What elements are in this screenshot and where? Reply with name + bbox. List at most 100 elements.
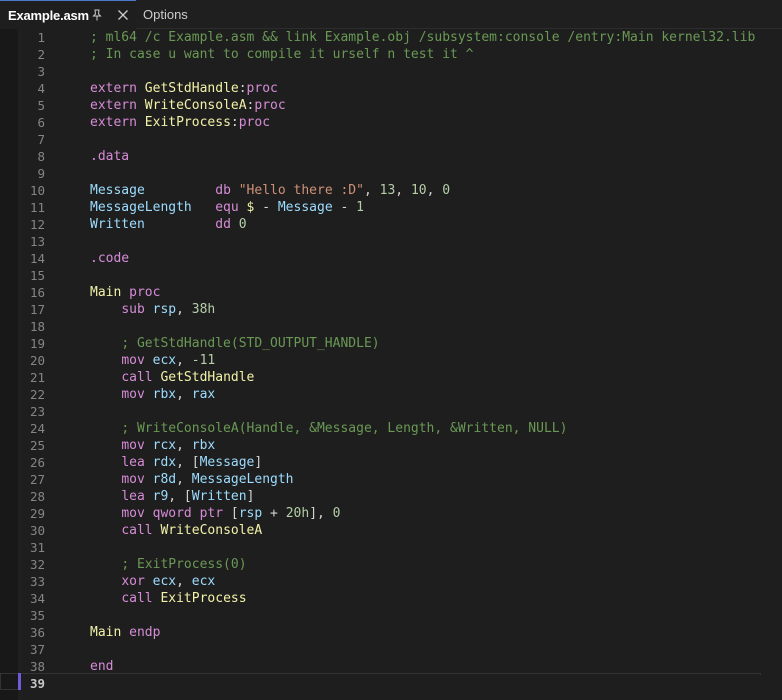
line-code: ; ml64 /c Example.asm && link Example.ob…	[90, 29, 755, 46]
code-line[interactable]: 25 mov rcx, rbx	[21, 437, 782, 454]
code-line[interactable]: 36 Main endp	[21, 624, 782, 641]
code-line[interactable]: 2 ; In case u want to compile it urself n…	[21, 46, 782, 63]
code-line[interactable]: 16 Main proc	[21, 284, 782, 301]
code-line[interactable]: 3	[21, 63, 782, 80]
code-token: 10	[410, 183, 427, 198]
code-line[interactable]: 35	[21, 607, 782, 624]
code-line[interactable]: 8 .data	[21, 148, 782, 165]
line-number: 11	[29, 200, 45, 215]
code-line[interactable]: 18	[21, 318, 782, 335]
line-number: 12	[29, 217, 45, 232]
line-number: 36	[29, 625, 45, 640]
code-token: [	[230, 506, 239, 521]
code-token: db	[215, 183, 239, 198]
tab-example-asm[interactable]: Example.asm	[0, 0, 136, 29]
tab-bar: Example.asm Options	[0, 0, 782, 29]
line-number: 18	[29, 319, 45, 334]
code-token: ecx	[152, 574, 177, 589]
code-line[interactable]: 14 .code	[21, 250, 782, 267]
code-token: Written	[90, 217, 145, 232]
code-line[interactable]: 7	[21, 131, 782, 148]
line-number: 32	[29, 557, 45, 572]
code-line[interactable]: 32 ; ExitProcess(0)	[21, 556, 782, 573]
close-icon-graphic	[118, 10, 128, 20]
code-token: ; GetStdHandle(STD_OUTPUT_HANDLE)	[121, 336, 380, 351]
code-token: r8d	[152, 472, 177, 487]
code-token: ,	[426, 183, 443, 198]
code-token: 1	[356, 200, 364, 215]
code-lines[interactable]: 1 ; ml64 /c Example.asm && link Example.o…	[21, 29, 782, 692]
code-line[interactable]: 26 lea rdx, [Message]	[21, 454, 782, 471]
code-line[interactable]: 4 extern GetStdHandle:proc	[21, 80, 782, 97]
code-line[interactable]: 17 sub rsp, 38h	[21, 301, 782, 318]
code-line[interactable]: 10 Message db "Hello there :D", 13, 10, 0	[21, 182, 782, 199]
line-code: Written dd 0	[90, 216, 247, 233]
line-code: MessageLength equ $ - Message - 1	[90, 199, 364, 216]
code-editor[interactable]: 1 ; ml64 /c Example.asm && link Example.o…	[0, 29, 782, 700]
code-line[interactable]: 39	[21, 675, 782, 692]
code-line[interactable]: 1 ; ml64 /c Example.asm && link Example.o…	[21, 29, 782, 46]
code-line[interactable]: 20 mov ecx, -11	[21, 352, 782, 369]
code-line[interactable]: 38 end	[21, 658, 782, 675]
line-code: Main proc	[90, 284, 160, 301]
line-number: 14	[29, 251, 45, 266]
code-token: ],	[309, 506, 333, 521]
line-number: 19	[29, 336, 45, 351]
line-code: .code	[90, 250, 129, 267]
code-line[interactable]: 5 extern WriteConsoleA:proc	[21, 97, 782, 114]
line-code: Main endp	[90, 624, 160, 641]
tab-options[interactable]: Options	[137, 0, 197, 29]
code-token: ; ExitProcess(0)	[121, 557, 247, 572]
code-line[interactable]: 31	[21, 539, 782, 556]
line-code: ; WriteConsoleA(Handle, &Message, Length…	[90, 420, 567, 437]
code-line[interactable]: 12 Written dd 0	[21, 216, 782, 233]
code-line[interactable]: 13	[21, 233, 782, 250]
code-line[interactable]: 15	[21, 267, 782, 284]
code-line[interactable]: 29 mov qword ptr [rsp + 20h], 0	[21, 505, 782, 522]
code-line[interactable]: 19 ; GetStdHandle(STD_OUTPUT_HANDLE)	[21, 335, 782, 352]
code-token: Main	[90, 285, 122, 300]
code-token: 20h	[285, 506, 310, 521]
code-line[interactable]: 37	[21, 641, 782, 658]
code-token: Message	[277, 200, 333, 215]
code-line[interactable]: 23	[21, 403, 782, 420]
code-token: ,	[363, 183, 380, 198]
code-token: MessageLength	[90, 200, 192, 215]
line-code: Message db "Hello there :D", 13, 10, 0	[90, 182, 450, 199]
code-line[interactable]: 9	[21, 165, 782, 182]
code-line[interactable]: 33 xor ecx, ecx	[21, 573, 782, 590]
code-line[interactable]: 28 lea r9, [Written]	[21, 488, 782, 505]
code-line[interactable]: 22 mov rbx, rax	[21, 386, 782, 403]
code-line[interactable]: 30 call WriteConsoleA	[21, 522, 782, 539]
code-line[interactable]: 21 call GetStdHandle	[21, 369, 782, 386]
code-line[interactable]: 34 call ExitProcess	[21, 590, 782, 607]
code-token: Message	[90, 183, 145, 198]
code-line[interactable]: 27 mov r8d, MessageLength	[21, 471, 782, 488]
code-token: WriteConsoleA	[144, 98, 247, 113]
code-token: extern	[90, 98, 145, 113]
code-line[interactable]: 11 MessageLength equ $ - Message - 1	[21, 199, 782, 216]
line-number: 8	[37, 149, 45, 164]
line-number: 26	[29, 455, 45, 470]
line-number: 39	[29, 676, 45, 691]
code-token: proc	[129, 285, 161, 300]
code-line[interactable]: 24 ; WriteConsoleA(Handle, &Message, Len…	[21, 420, 782, 437]
pin-icon[interactable]	[90, 8, 104, 22]
code-token: ,	[176, 302, 192, 317]
code-token: mov	[121, 353, 153, 368]
code-token: lea	[121, 455, 153, 470]
code-line[interactable]: 6 extern ExitProcess:proc	[21, 114, 782, 131]
line-code: extern ExitProcess:proc	[90, 114, 270, 131]
line-code: mov qword ptr [rsp + 20h], 0	[90, 505, 340, 522]
line-code: mov r8d, MessageLength	[90, 471, 293, 488]
line-number: 35	[29, 608, 45, 623]
close-icon[interactable]	[116, 8, 130, 22]
